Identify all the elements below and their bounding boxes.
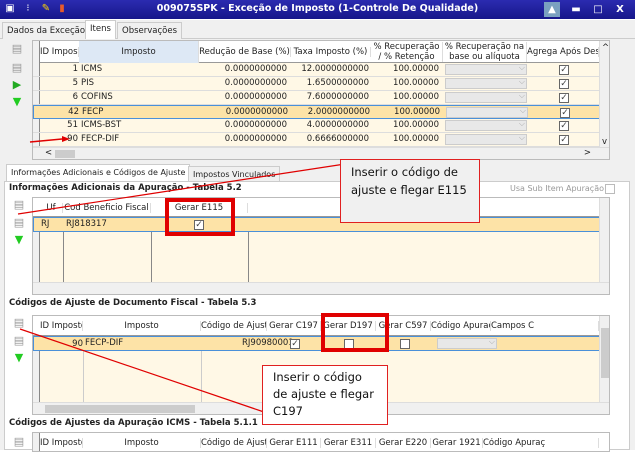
highlight-gerar-e115 (165, 198, 235, 236)
arrow-head (62, 136, 70, 142)
highlight-gerar-c197 (321, 313, 389, 352)
arrow-line (29, 138, 63, 143)
callout-e115: Inserir o código de ajuste e flegar E115 (340, 159, 480, 223)
callout-line-2 (19, 328, 265, 413)
callout-c197: Inserir o código de ajuste e flegar C197 (262, 365, 388, 425)
